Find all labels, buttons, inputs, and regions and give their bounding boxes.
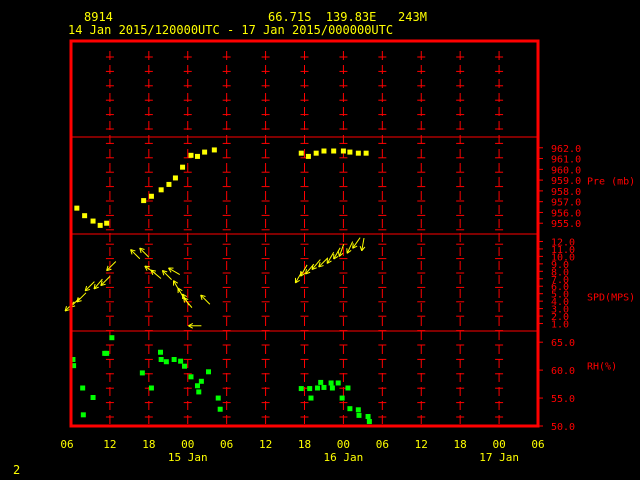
rh-point xyxy=(365,414,371,419)
wind-arrow-head xyxy=(359,245,363,252)
pressure-point xyxy=(188,152,194,158)
y-tick-label: 955.0 xyxy=(551,219,581,230)
rh-point xyxy=(308,395,314,401)
pressure-point xyxy=(194,153,200,159)
rh-point xyxy=(355,407,361,413)
y-tick-label: 1.0 xyxy=(551,320,569,331)
rh-point xyxy=(90,395,96,400)
rh-point xyxy=(314,385,320,391)
x-date-label: 16 Jan xyxy=(324,451,364,464)
pressure-point xyxy=(305,153,311,159)
rh-point xyxy=(139,370,145,376)
rh-point xyxy=(171,357,177,362)
x-tick-label: 18 xyxy=(454,438,467,451)
rh-point xyxy=(178,358,184,364)
rh-point xyxy=(335,380,341,386)
rh-point xyxy=(194,383,200,389)
rh-point xyxy=(206,369,212,375)
page-number: 2 xyxy=(13,463,21,477)
y-tick-label: 50.0 xyxy=(551,422,575,433)
pressure-point xyxy=(104,220,110,226)
rh-point xyxy=(109,335,115,341)
x-tick-label: 12 xyxy=(415,438,428,451)
x-tick-label: 12 xyxy=(103,438,116,451)
x-tick-label: 00 xyxy=(337,438,350,451)
y-tick-label: 957.0 xyxy=(551,198,581,209)
rh-point xyxy=(80,385,86,391)
wind-panel-label: SPD(MPS) xyxy=(587,292,635,303)
pressure-point xyxy=(355,150,361,156)
meteogram-chart: 06 12 18 00 06 12 18 00 06 12 18 00 06 15 Jan 16 Jan 17… xyxy=(60,39,635,464)
y-tick-label: 962.0 xyxy=(551,144,581,155)
y-tick-label: 959.0 xyxy=(551,176,581,187)
pressure-point xyxy=(90,218,96,224)
rh-point xyxy=(196,389,202,395)
rh-point xyxy=(339,395,345,401)
wind-arrow-head xyxy=(352,243,354,249)
pressure-panel-label: Pre (mb) xyxy=(587,176,635,187)
rh-point xyxy=(163,359,169,365)
rh-point xyxy=(328,380,334,386)
rh-point xyxy=(345,385,351,391)
x-tick-label: 06 xyxy=(376,438,389,451)
pressure-point xyxy=(172,175,178,181)
rh-point xyxy=(298,386,304,392)
pressure-point xyxy=(180,164,186,170)
pressure-point xyxy=(340,148,346,154)
rh-point xyxy=(198,378,204,384)
y-tick-label: 961.0 xyxy=(551,155,581,166)
x-tick-label: 06 xyxy=(60,438,73,451)
rh-point xyxy=(182,363,188,369)
rh-point xyxy=(329,385,335,391)
rh-point xyxy=(366,419,372,425)
rh-point xyxy=(318,379,324,385)
y-tick-label: 60.0 xyxy=(551,366,575,377)
rh-point xyxy=(217,406,223,412)
pressure-point xyxy=(166,181,172,187)
x-tick-label: 18 xyxy=(142,438,155,451)
x-tick-label: 00 xyxy=(181,438,194,451)
rh-point xyxy=(347,406,353,412)
x-tick-label: 00 xyxy=(492,438,505,451)
rh-point xyxy=(215,395,221,401)
y-tick-label: 956.0 xyxy=(551,208,581,219)
x-tick-label: 12 xyxy=(259,438,272,451)
rh-panel-label: RH(%) xyxy=(587,362,617,373)
pressure-point xyxy=(347,149,353,155)
rh-point xyxy=(80,412,86,418)
x-date-label: 17 Jan xyxy=(479,451,519,464)
x-tick-label: 06 xyxy=(531,438,544,451)
x-tick-label: 06 xyxy=(220,438,233,451)
pressure-point xyxy=(202,149,208,155)
pressure-point xyxy=(97,222,103,228)
wind-arrow-head xyxy=(338,251,340,257)
pressure-point xyxy=(321,148,327,154)
rh-point xyxy=(356,412,362,418)
rh-point xyxy=(158,349,164,355)
x-tick-label: 18 xyxy=(298,438,311,451)
pressure-point xyxy=(148,193,154,199)
x-date-label: 15 Jan xyxy=(168,451,208,464)
pressure-point xyxy=(141,198,147,204)
rh-point xyxy=(104,350,110,356)
pressure-point xyxy=(331,148,337,154)
rh-point xyxy=(158,357,164,362)
rh-point xyxy=(321,384,327,390)
rh-point xyxy=(148,385,154,391)
rh-point xyxy=(188,374,194,380)
y-tick-label: 960.0 xyxy=(551,165,581,176)
y-tick-label: 55.0 xyxy=(551,394,575,405)
wind-arrow-head xyxy=(144,265,150,268)
pressure-point xyxy=(298,150,304,156)
pressure-point xyxy=(74,205,80,211)
pressure-point xyxy=(158,187,164,193)
pressure-point xyxy=(313,150,319,156)
pressure-point xyxy=(363,150,369,156)
y-tick-label: 65.0 xyxy=(551,338,575,349)
y-tick-label: 958.0 xyxy=(551,187,581,198)
pressure-point xyxy=(211,147,217,153)
pressure-point xyxy=(82,213,88,219)
rh-point xyxy=(307,386,313,392)
